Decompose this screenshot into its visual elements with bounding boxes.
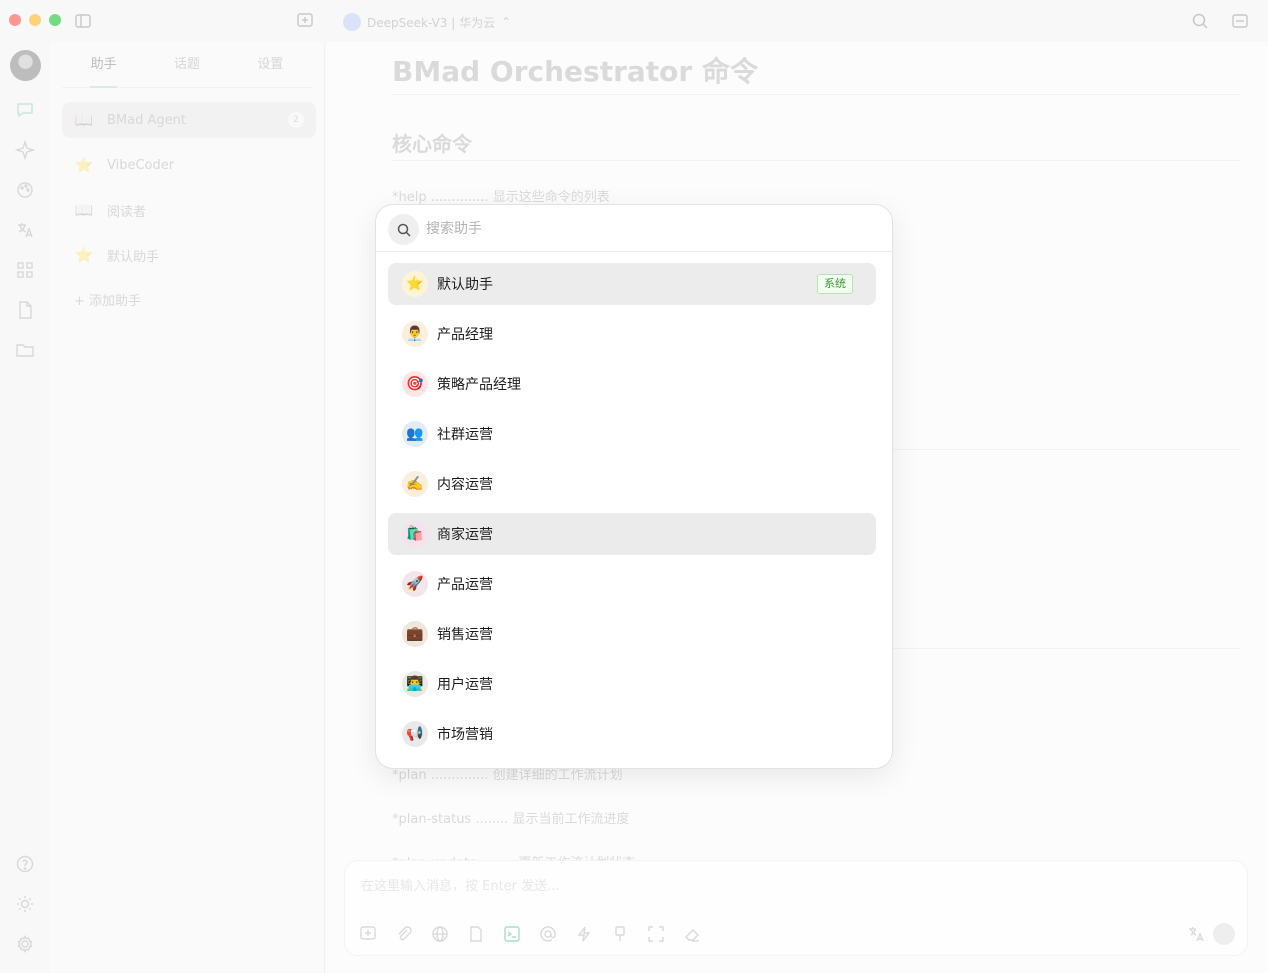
item-label: 产品运营 [437, 577, 493, 593]
item-label: 销售运营 [437, 627, 493, 643]
search-input[interactable] [426, 215, 866, 243]
list-item-default-assistant[interactable]: ⭐ 默认助手 系统 [388, 263, 876, 305]
search-icon[interactable] [388, 214, 419, 245]
technologist-icon: 👨‍💻 [402, 671, 428, 697]
people-icon: 👥 [402, 421, 428, 447]
item-label: 内容运营 [437, 477, 493, 493]
list-item-product-ops[interactable]: 🚀 产品运营 [388, 563, 876, 605]
item-label: 策略产品经理 [437, 377, 521, 393]
writing-hand-icon: ✍️ [402, 471, 428, 497]
briefcase-icon: 💼 [402, 621, 428, 647]
list-item-content-ops[interactable]: ✍️ 内容运营 [388, 463, 876, 505]
list-item-sales-ops[interactable]: 💼 销售运营 [388, 613, 876, 655]
item-label: 商家运营 [437, 527, 493, 543]
item-label: 用户运营 [437, 677, 493, 693]
list-item-strategy-pm[interactable]: 🎯 策略产品经理 [388, 363, 876, 405]
item-label: 市场营销 [437, 727, 493, 743]
megaphone-icon: 📢 [402, 721, 428, 747]
target-icon: 🎯 [402, 371, 428, 397]
rocket-icon: 🚀 [402, 571, 428, 597]
star-icon: ⭐ [402, 271, 428, 297]
item-label: 默认助手 [437, 277, 493, 293]
item-label: 产品经理 [437, 327, 493, 343]
assistant-picker-popup: ⭐ 默认助手 系统 👨‍💼 产品经理 🎯 策略产品经理 👥 社群运营 ✍️ 内容… [375, 204, 893, 769]
assistant-list: ⭐ 默认助手 系统 👨‍💼 产品经理 🎯 策略产品经理 👥 社群运营 ✍️ 内容… [388, 263, 876, 763]
shopping-bags-icon: 🛍️ [402, 521, 428, 547]
list-item-user-ops[interactable]: 👨‍💻 用户运营 [388, 663, 876, 705]
list-item-product-manager[interactable]: 👨‍💼 产品经理 [388, 313, 876, 355]
list-item-merchant-ops[interactable]: 🛍️ 商家运营 [388, 513, 876, 555]
item-label: 社群运营 [437, 427, 493, 443]
manager-icon: 👨‍💼 [402, 321, 428, 347]
list-item-community-ops[interactable]: 👥 社群运营 [388, 413, 876, 455]
list-item-marketing[interactable]: 📢 市场营销 [388, 713, 876, 755]
system-badge: 系统 [817, 274, 853, 294]
search-bar [376, 205, 892, 252]
